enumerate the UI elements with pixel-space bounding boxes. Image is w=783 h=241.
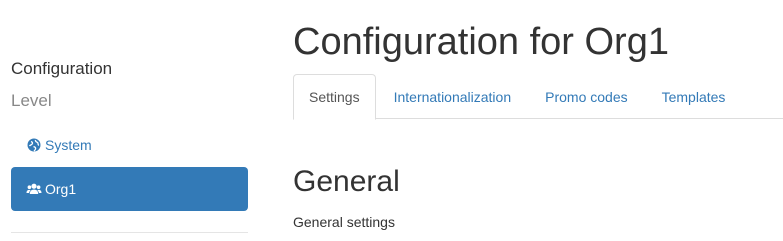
- section-description: General settings: [293, 214, 395, 230]
- tab-internationalization[interactable]: Internationalization: [376, 74, 529, 119]
- tab-settings[interactable]: Settings: [293, 74, 376, 120]
- sidebar-title: Configuration: [11, 59, 113, 78]
- sidebar-item-label: Org1: [45, 181, 77, 197]
- page-title: Configuration for Org1: [293, 21, 669, 63]
- users-icon: [26, 181, 42, 197]
- sidebar: Configuration Level System Org1: [11, 58, 248, 233]
- sidebar-item-label: System: [45, 137, 92, 153]
- tab-promo-codes[interactable]: Promo codes: [528, 74, 644, 119]
- sidebar-item-system[interactable]: System: [11, 123, 248, 167]
- page: Configuration Level System Org1 Configur…: [0, 0, 783, 241]
- section-title: General: [293, 165, 400, 198]
- globe-icon: [26, 137, 42, 153]
- sidebar-list: System Org1: [11, 123, 248, 211]
- sidebar-subtitle: Level: [11, 91, 52, 110]
- sidebar-item-org1[interactable]: Org1: [11, 167, 248, 211]
- tab-templates[interactable]: Templates: [645, 74, 743, 119]
- tab-bar: Settings Internationalization Promo code…: [293, 74, 783, 120]
- sidebar-divider: [11, 232, 248, 233]
